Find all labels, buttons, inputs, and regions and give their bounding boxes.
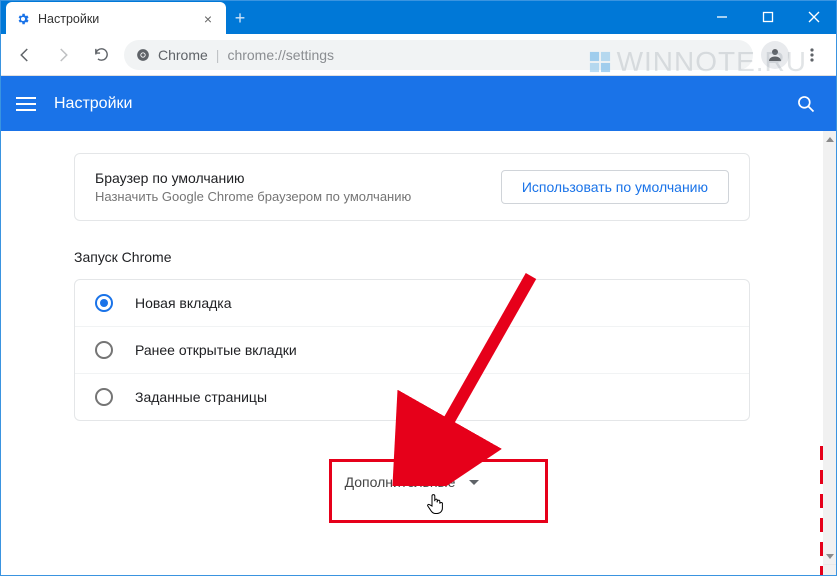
cursor-hand-icon <box>426 494 444 514</box>
startup-option-continue[interactable]: Ранее открытые вкладки <box>75 326 749 373</box>
radio-label: Заданные страницы <box>135 389 267 405</box>
back-button[interactable] <box>10 40 40 70</box>
tab-title: Настройки <box>38 12 192 26</box>
browser-toolbar: Chrome | chrome://settings <box>0 34 837 76</box>
startup-option-specific[interactable]: Заданные страницы <box>75 373 749 420</box>
chevron-down-icon <box>469 480 479 485</box>
reload-button[interactable] <box>86 40 116 70</box>
new-tab-button[interactable]: + <box>226 2 254 34</box>
omnibox[interactable]: Chrome | chrome://settings <box>124 40 753 70</box>
radio-icon <box>95 388 113 406</box>
chrome-icon <box>136 48 150 62</box>
startup-card: Новая вкладка Ранее открытые вкладки Зад… <box>74 279 750 421</box>
set-default-button[interactable]: Использовать по умолчанию <box>501 170 729 204</box>
close-window-button[interactable] <box>791 0 837 34</box>
omnibox-separator: | <box>216 47 220 63</box>
maximize-button[interactable] <box>745 0 791 34</box>
advanced-label: Дополнительные <box>345 474 456 490</box>
vertical-scrollbar[interactable] <box>823 131 837 564</box>
startup-section-title: Запуск Chrome <box>74 249 750 265</box>
startup-option-new-tab[interactable]: Новая вкладка <box>75 280 749 326</box>
window-controls <box>699 0 837 34</box>
window-titlebar: Настройки × + <box>0 0 837 34</box>
gear-icon <box>16 12 30 26</box>
radio-label: Ранее открытые вкладки <box>135 342 297 358</box>
radio-icon <box>95 341 113 359</box>
advanced-toggle[interactable]: Дополнительные <box>307 451 517 513</box>
default-browser-subtitle: Назначить Google Chrome браузером по умо… <box>95 189 485 204</box>
menu-button[interactable] <box>797 40 827 70</box>
omnibox-url: chrome://settings <box>227 47 334 63</box>
settings-content: Браузер по умолчанию Назначить Google Ch… <box>1 131 823 575</box>
page-title: Настройки <box>54 95 773 113</box>
profile-button[interactable] <box>761 41 789 69</box>
default-browser-card: Браузер по умолчанию Назначить Google Ch… <box>74 153 750 221</box>
annotation-arrow-scroll <box>811 441 823 575</box>
radio-icon <box>95 294 113 312</box>
radio-label: Новая вкладка <box>135 295 232 311</box>
minimize-button[interactable] <box>699 0 745 34</box>
default-browser-title: Браузер по умолчанию <box>95 170 485 186</box>
hamburger-icon[interactable] <box>16 97 36 111</box>
browser-tab[interactable]: Настройки × <box>6 2 226 36</box>
forward-button[interactable] <box>48 40 78 70</box>
scroll-down-button[interactable] <box>823 548 837 564</box>
scroll-up-button[interactable] <box>823 131 837 147</box>
settings-header: Настройки <box>0 76 837 131</box>
close-icon[interactable]: × <box>200 11 216 27</box>
search-button[interactable] <box>791 89 821 119</box>
omnibox-scheme: Chrome <box>158 47 208 63</box>
